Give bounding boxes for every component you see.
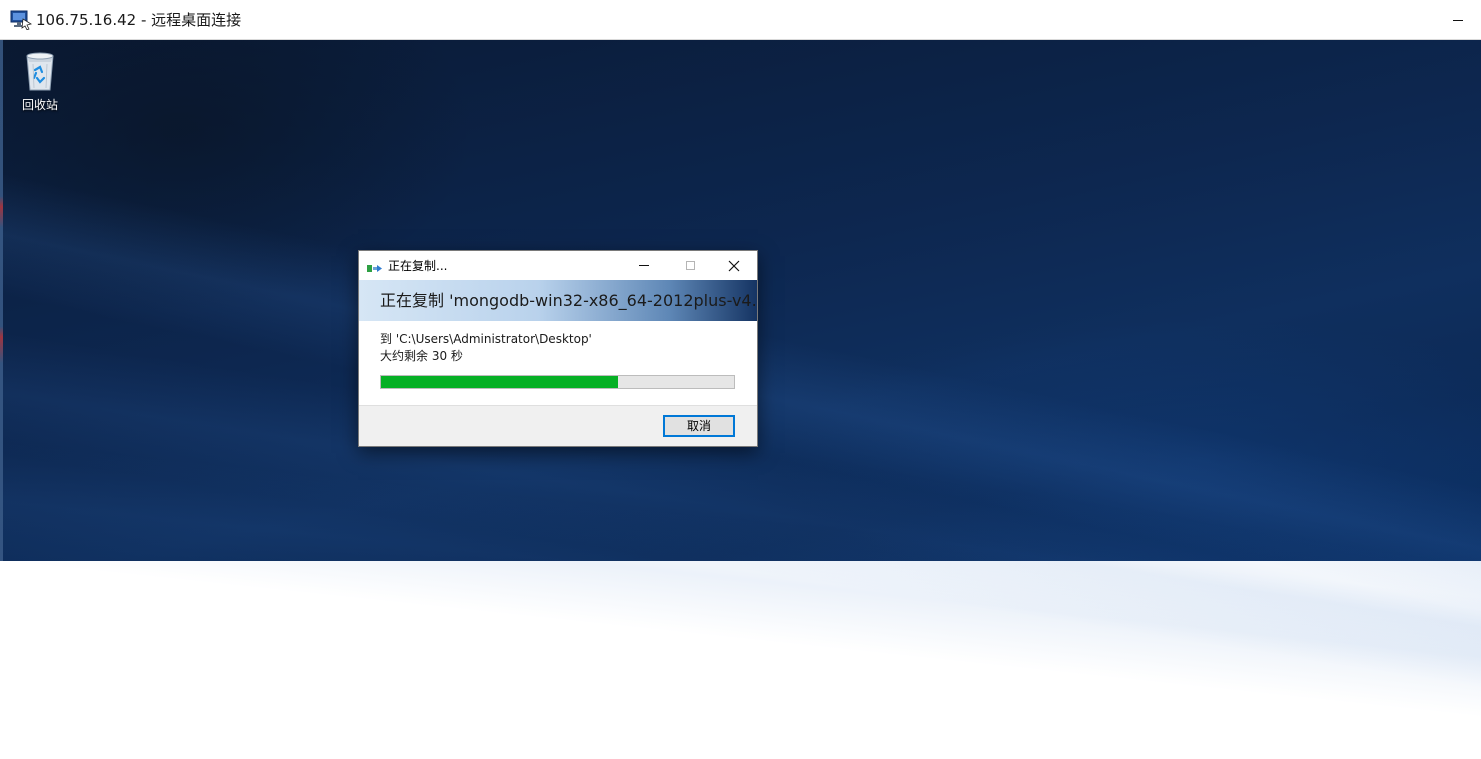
close-icon	[728, 260, 740, 271]
desktop-icon-recycle-bin[interactable]: 回收站	[12, 48, 68, 113]
minimize-button[interactable]	[1435, 0, 1481, 40]
destination-text: 到 'C:\Users\Administrator\Desktop'	[380, 332, 592, 346]
dialog-body: 到 'C:\Users\Administrator\Desktop' 大约剩余 …	[359, 321, 757, 405]
dialog-title: 正在复制...	[388, 259, 448, 273]
cancel-button[interactable]: 取消	[663, 415, 735, 437]
copy-icon	[367, 260, 383, 272]
rdp-window-title: 106.75.16.42 - 远程桌面连接	[36, 11, 242, 29]
copy-header-text: 正在复制 'mongodb-win32-x86_64-2012plus-v4.2…	[380, 291, 757, 310]
dialog-footer: 取消	[359, 405, 757, 446]
dialog-header: 正在复制 'mongodb-win32-x86_64-2012plus-v4.2…	[359, 280, 757, 321]
recycle-bin-icon	[12, 48, 68, 92]
time-remaining-text: 大约剩余 30 秒	[380, 349, 463, 363]
desktop-icon-label: 回收站	[21, 98, 58, 112]
rdp-title-bar: 106.75.16.42 - 远程桌面连接	[0, 0, 1481, 40]
minimize-icon	[639, 265, 649, 266]
dialog-close-button[interactable]	[711, 251, 757, 280]
window-edge-strip	[0, 40, 3, 561]
dialog-maximize-button	[667, 251, 713, 280]
dialog-minimize-button[interactable]	[621, 251, 667, 280]
copy-progress-dialog: 正在复制... 正在复制 'mongodb-win32-x86_64-2012p…	[358, 250, 758, 447]
remote-desktop-icon	[10, 10, 33, 31]
copy-progress-bar	[380, 375, 735, 389]
dialog-title-bar: 正在复制...	[359, 251, 757, 280]
progress-fill	[381, 376, 618, 388]
maximize-icon	[685, 261, 695, 270]
minimize-icon	[1453, 19, 1463, 21]
